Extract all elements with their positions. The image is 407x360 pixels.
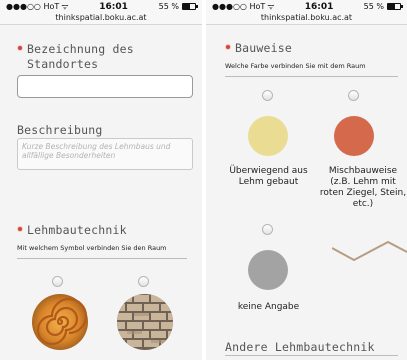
required-dot-icon xyxy=(225,44,231,50)
radio-mixed-color[interactable] xyxy=(348,90,359,101)
technique-question: Mit welchem Symbol verbinden Sie den Rau… xyxy=(17,244,167,252)
construction-heading: Bauweise xyxy=(225,41,292,55)
clay-option-label: Überwiegend aus Lehm gebaut xyxy=(229,166,308,187)
divider xyxy=(17,258,187,259)
required-dot-icon xyxy=(17,45,23,51)
divider xyxy=(225,355,398,356)
clock: 16:01 xyxy=(99,1,128,12)
spiral-texture-icon[interactable] xyxy=(32,294,88,350)
brick-wall-texture-icon[interactable] xyxy=(117,294,173,350)
mixed-color-swatch[interactable] xyxy=(334,116,374,156)
technique-heading: Lehmbautechnik xyxy=(17,223,127,237)
location-heading: Bezeichnung des Standortes xyxy=(17,42,197,72)
status-bar: ●●●○○ HoT ᯤ 16:01 55 % xyxy=(0,0,202,13)
carrier-signal: ●●●○○ HoT xyxy=(212,2,266,11)
no-answer-option-label: keine Angabe xyxy=(237,302,300,312)
left-screen: ●●●○○ HoT ᯤ 16:01 55 % thinkspatial.boku… xyxy=(0,0,202,360)
other-technique-heading: Andere Lehmbautechnik xyxy=(225,340,375,354)
clock: 16:01 xyxy=(304,1,334,12)
wifi-icon: ᯤ xyxy=(267,2,275,11)
divider xyxy=(225,76,398,77)
battery-icon xyxy=(386,3,403,10)
description-textarea[interactable]: Kurze Beschreibung des Lehmbaus und allf… xyxy=(17,138,193,170)
location-input[interactable] xyxy=(17,75,193,98)
radio-spiral[interactable] xyxy=(52,276,63,287)
battery-percent: 55 % xyxy=(158,2,179,11)
no-answer-color-swatch[interactable] xyxy=(248,250,288,290)
wifi-icon: ᯤ xyxy=(61,2,69,11)
partial-shape-icon xyxy=(332,240,407,262)
radio-clay-color[interactable] xyxy=(262,90,273,101)
right-screen: ●●●○○ HoT ᯤ 16:01 55 % thinkspatial.boku… xyxy=(206,0,407,360)
battery-icon xyxy=(181,3,198,10)
radio-brick[interactable] xyxy=(138,276,149,287)
carrier-signal: ●●●○○ HoT xyxy=(6,2,60,11)
status-bar: ●●●○○ HoT ᯤ 16:01 55 % xyxy=(206,0,407,13)
battery-percent: 55 % xyxy=(363,2,384,11)
address-bar[interactable]: thinkspatial.boku.ac.at xyxy=(206,13,407,25)
description-heading: Beschreibung xyxy=(17,123,103,137)
construction-question: Welche Farbe verbinden Sie mit dem Raum xyxy=(225,62,366,70)
required-dot-icon xyxy=(17,226,23,232)
mixed-option-label: Mischbauweise (z.B. Lehm mit roten Ziege… xyxy=(319,166,407,209)
clay-color-swatch[interactable] xyxy=(248,116,288,156)
address-bar[interactable]: thinkspatial.boku.ac.at xyxy=(0,13,202,25)
radio-no-answer-color[interactable] xyxy=(262,224,273,235)
